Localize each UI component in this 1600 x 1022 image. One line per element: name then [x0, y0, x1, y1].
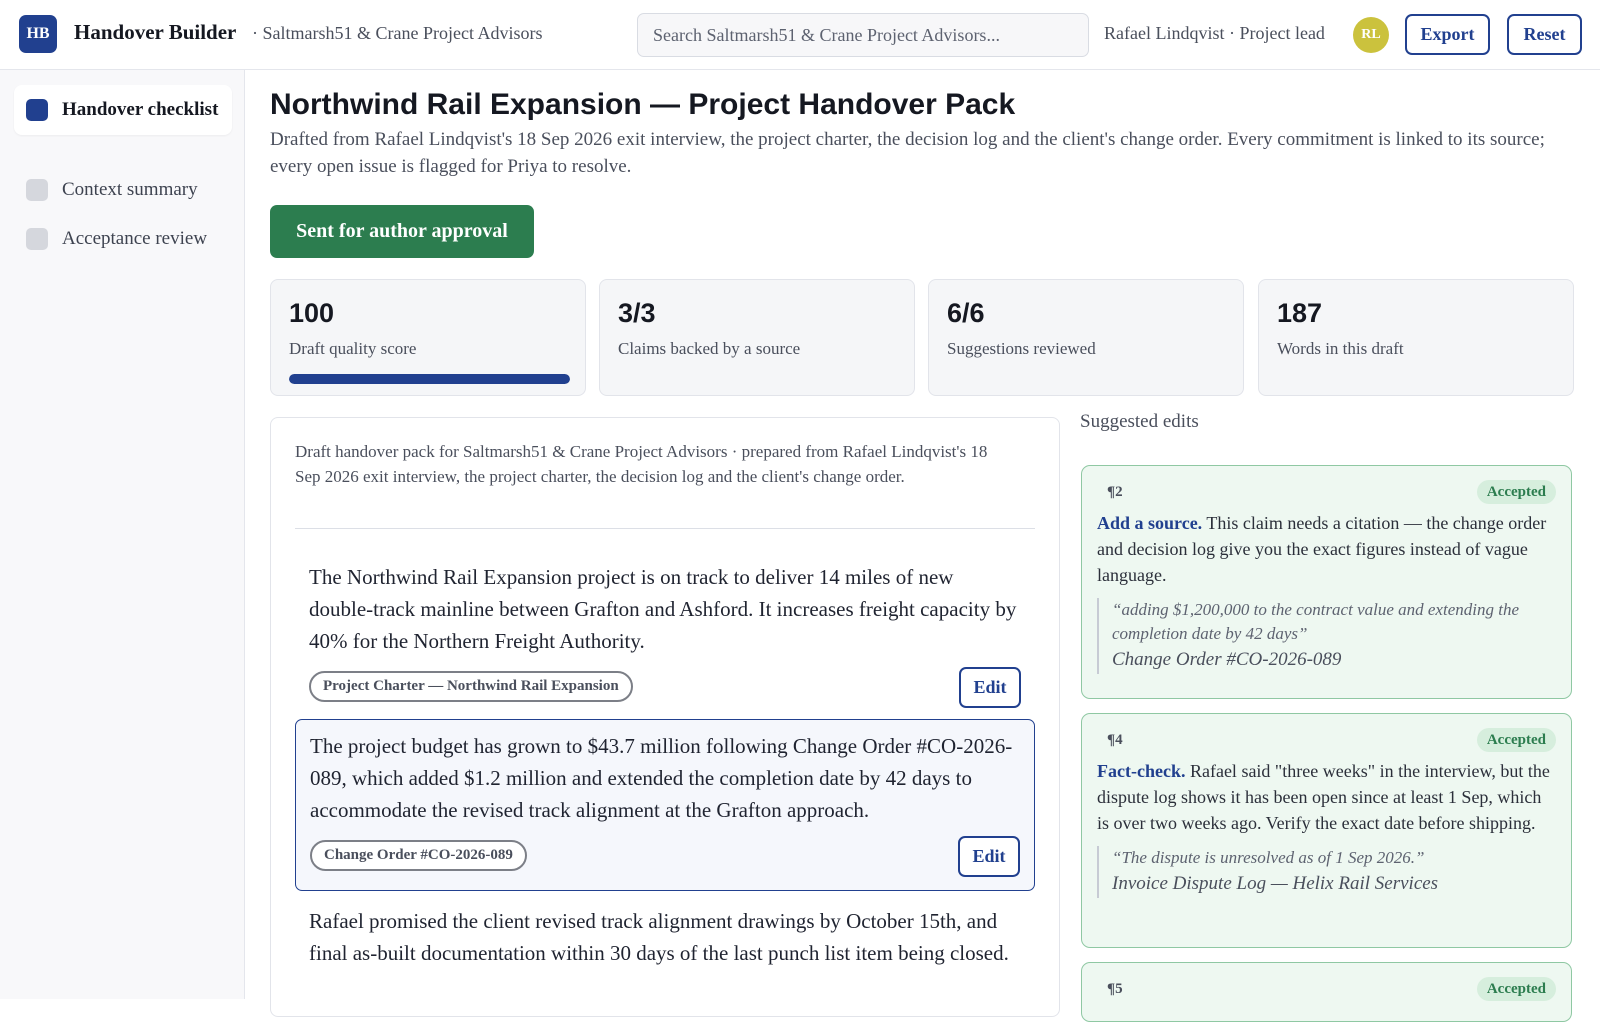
page-title: Northwind Rail Expansion — Project Hando…: [270, 88, 1016, 121]
sidebar-item-label: Context summary: [62, 179, 198, 200]
status-badge: Accepted: [1476, 977, 1556, 1001]
sidebar: Handover checklist Context summary Accep…: [0, 70, 245, 999]
suggestion-header: ¶4 Accepted: [1097, 728, 1556, 758]
quote-text: “The dispute is unresolved as of 1 Sep 2…: [1112, 848, 1425, 867]
suggestion-kind: Fact-check.: [1097, 761, 1186, 781]
suggested-edits-title: Suggested edits: [1080, 411, 1199, 432]
stat-card-claims: 3/3 Claims backed by a source: [599, 279, 915, 396]
user-label: Rafael Lindqvist · Project lead: [1104, 23, 1325, 43]
paragraph-footer: Project Charter — Northwind Rail Expansi…: [309, 667, 1021, 711]
main-content: Northwind Rail Expansion — Project Hando…: [246, 70, 1600, 1022]
draft-paragraph-selected[interactable]: The project budget has grown to $43.7 mi…: [295, 719, 1035, 891]
sidebar-item-label: Acceptance review: [62, 228, 208, 249]
stat-value: 3/3: [618, 298, 656, 328]
org-name: · Saltmarsh51 & Crane Project Advisors: [252, 23, 543, 43]
sidebar-item-handover-checklist[interactable]: Handover checklist: [14, 85, 232, 135]
stat-label: Suggestions reviewed: [947, 339, 1096, 358]
suggestion-body: Fact-check. Rafael said "three weeks" in…: [1097, 758, 1556, 836]
suggestion-card[interactable]: ¶4 Accepted Fact-check. Rafael said "thr…: [1081, 713, 1572, 948]
sidebar-item-label: Handover checklist: [62, 99, 219, 120]
quote-source: Invoice Dispute Log — Helix Rail Service…: [1112, 873, 1439, 894]
edit-button[interactable]: Edit: [958, 836, 1020, 877]
source-chip[interactable]: Project Charter — Northwind Rail Expansi…: [309, 671, 633, 702]
suggestion-header: ¶5 Accepted: [1097, 977, 1556, 1007]
checkbox-icon: [26, 179, 48, 201]
sidebar-item-context-summary[interactable]: Context summary: [14, 165, 232, 215]
draft-panel: Draft handover pack for Saltmarsh51 & Cr…: [270, 417, 1060, 1017]
export-button[interactable]: Export: [1405, 14, 1490, 55]
quote-source: Change Order #CO-2026-089: [1112, 649, 1342, 670]
suggestion-header: ¶2 Accepted: [1097, 480, 1556, 510]
sidebar-item-acceptance-review[interactable]: Acceptance review: [14, 214, 232, 264]
paragraph-ref: ¶4: [1107, 732, 1123, 748]
suggestion-card[interactable]: ¶5 Accepted: [1081, 962, 1572, 1022]
paragraph-text: The Northwind Rail Expansion project is …: [309, 565, 1017, 653]
paragraph-ref: ¶2: [1107, 484, 1123, 500]
stat-label: Claims backed by a source: [618, 339, 801, 358]
checkbox-icon: [26, 228, 48, 250]
draft-paragraph[interactable]: The Northwind Rail Expansion project is …: [295, 551, 1035, 721]
stat-label: Words in this draft: [1277, 339, 1404, 358]
stat-label: Draft quality score: [289, 339, 417, 358]
divider: [295, 528, 1035, 529]
draft-intro: Draft handover pack for Saltmarsh51 & Cr…: [295, 442, 988, 486]
quality-progress-fill: [289, 374, 570, 384]
stat-card-words: 187 Words in this draft: [1258, 279, 1574, 396]
suggestion-kind: Add a source.: [1097, 513, 1203, 533]
paragraph-text: The project budget has grown to $43.7 mi…: [310, 734, 1013, 822]
stat-value: 187: [1277, 298, 1323, 328]
app-title: Handover Builder: [74, 20, 237, 44]
status-button[interactable]: Sent for author approval: [270, 205, 534, 258]
app-logo: HB: [19, 15, 57, 53]
status-badge: Accepted: [1476, 480, 1556, 504]
suggestion-quote: “The dispute is unresolved as of 1 Sep 2…: [1097, 846, 1556, 898]
top-bar: HB Handover Builder · Saltmarsh51 & Cran…: [0, 0, 1600, 70]
draft-paragraph[interactable]: Rafael promised the client revised track…: [295, 895, 1035, 979]
suggestion-quote: “adding $1,200,000 to the contract value…: [1097, 598, 1556, 674]
suggestion-body: Add a source. This claim needs a citatio…: [1097, 510, 1556, 588]
suggestion-card[interactable]: ¶2 Accepted Add a source. This claim nee…: [1081, 465, 1572, 699]
avatar[interactable]: RL: [1353, 17, 1389, 53]
reset-button[interactable]: Reset: [1507, 14, 1582, 55]
edit-button[interactable]: Edit: [959, 667, 1021, 708]
source-chip[interactable]: Change Order #CO-2026-089: [310, 840, 527, 871]
stat-card-suggestions: 6/6 Suggestions reviewed: [928, 279, 1244, 396]
quality-progress-bar: [289, 374, 570, 384]
status-badge: Accepted: [1476, 728, 1556, 752]
search-input[interactable]: [637, 13, 1089, 57]
paragraph-footer: Change Order #CO-2026-089 Edit: [310, 836, 1020, 880]
stat-card-quality: 100 Draft quality score: [270, 279, 586, 396]
quote-text: “adding $1,200,000 to the contract value…: [1112, 600, 1519, 643]
paragraph-ref: ¶5: [1107, 981, 1123, 997]
paragraph-text: Rafael promised the client revised track…: [309, 909, 1009, 965]
checkbox-icon: [26, 99, 48, 121]
stat-value: 100: [289, 298, 335, 328]
stat-value: 6/6: [947, 298, 985, 328]
page-subtitle: Drafted from Rafael Lindqvist's 18 Sep 2…: [270, 129, 1545, 177]
